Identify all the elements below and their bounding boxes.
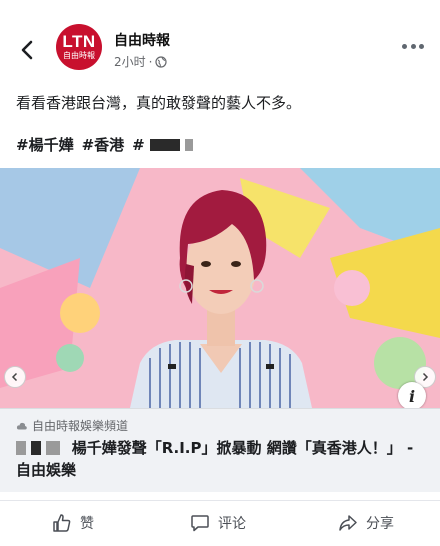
- hashtag-prefix: #: [132, 135, 145, 154]
- avatar-logo-subtext: 自由時報: [63, 51, 95, 60]
- share-label: 分享: [366, 516, 394, 532]
- link-preview-card[interactable]: 自由時報娛樂頻道 楊千嬅發聲「R.I.P」掀暴動 網讚「真香港人！」 - 自由娛…: [0, 408, 440, 492]
- post-meta: 2小时 ·: [114, 53, 168, 70]
- comment-icon: [191, 515, 209, 532]
- more-options-button[interactable]: [402, 44, 424, 52]
- post-time[interactable]: 2小时: [114, 53, 146, 70]
- avatar-logo-text: LTN: [62, 32, 96, 51]
- post-photo[interactable]: [0, 168, 440, 408]
- chevron-left-icon: [11, 372, 18, 382]
- comment-button[interactable]: 评论: [190, 513, 246, 533]
- post-header: LTN 自由時報 自由時報 2小时 ·: [0, 0, 440, 76]
- page-name[interactable]: 自由時報: [114, 30, 170, 50]
- hashtag[interactable]: #楊千嬅: [16, 134, 74, 155]
- meta-separator: ·: [148, 54, 153, 69]
- share-button[interactable]: 分享: [338, 513, 394, 533]
- hashtag[interactable]: #香港: [82, 134, 125, 155]
- cloud-icon: [16, 422, 27, 429]
- thumbs-up-icon: [53, 514, 71, 532]
- carousel-prev-button[interactable]: [4, 366, 26, 388]
- post-text: 看看香港跟台灣，真的敢發聲的藝人不多。: [16, 94, 302, 112]
- page-avatar[interactable]: LTN 自由時報: [56, 24, 102, 70]
- redaction-block: [16, 441, 26, 455]
- redaction-block: [149, 139, 180, 151]
- like-label: 赞: [80, 516, 94, 532]
- action-bar: 赞 评论 分享: [0, 500, 440, 546]
- hashtags: #楊千嬅 #香港 #: [16, 134, 194, 155]
- link-source-name: 自由時報娛樂頻道: [32, 419, 129, 433]
- share-icon: [339, 515, 357, 531]
- chevron-right-icon: [422, 372, 429, 382]
- redaction-block: [31, 441, 42, 455]
- photo-illustration: [0, 168, 440, 408]
- link-title: 楊千嬅發聲「R.I.P」掀暴動 網讚「真香港人！」 - 自由娛樂: [16, 437, 416, 481]
- like-button[interactable]: 赞: [52, 513, 94, 533]
- hashtag-redacted[interactable]: #: [132, 135, 194, 154]
- more-dot: [419, 44, 424, 49]
- chevron-left-icon[interactable]: [16, 38, 40, 62]
- globe-icon: [155, 55, 168, 68]
- more-dot: [410, 44, 416, 49]
- link-title-text: 楊千嬅發聲「R.I.P」掀暴動 網讚「真香港人！」 - 自由娛樂: [16, 439, 414, 479]
- more-dot: [402, 44, 407, 49]
- link-source: 自由時報娛樂頻道: [16, 417, 128, 434]
- info-icon[interactable]: i: [398, 382, 426, 410]
- comment-label: 评论: [218, 516, 246, 532]
- redaction-block: [185, 139, 194, 151]
- redaction-block: [46, 441, 61, 455]
